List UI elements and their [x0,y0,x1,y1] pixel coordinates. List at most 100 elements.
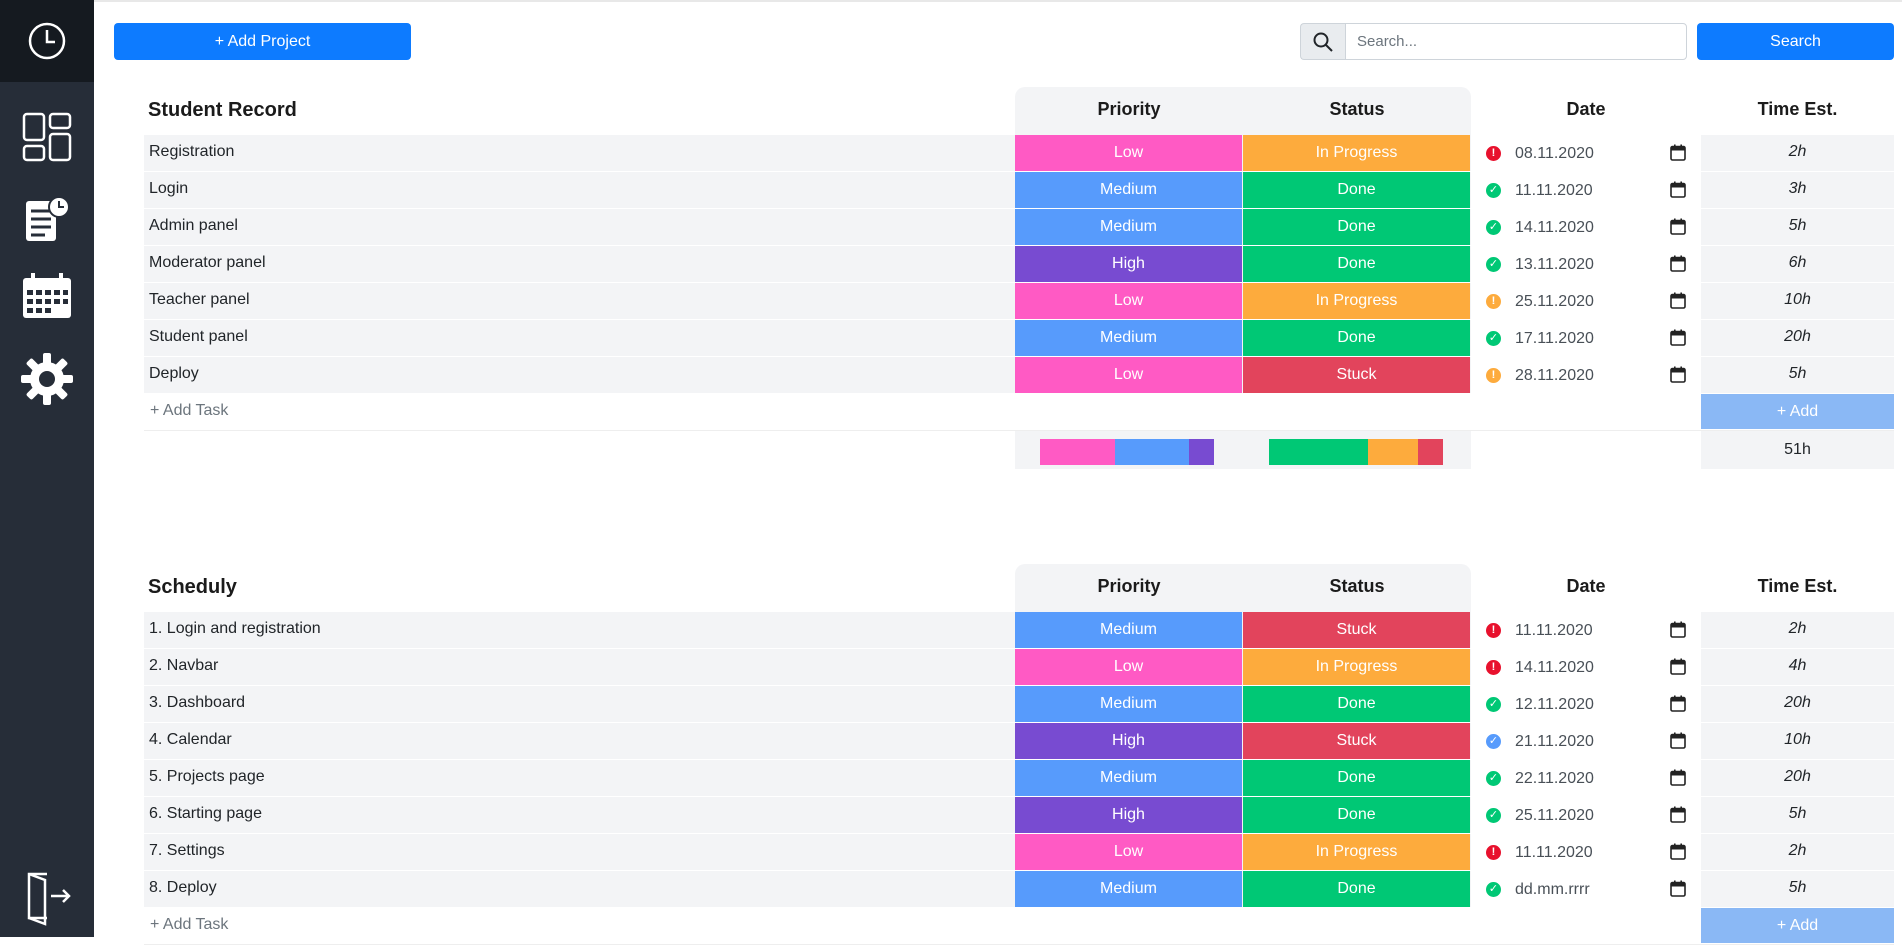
date-field[interactable]: ! 11.11.2020 [1471,612,1701,648]
date-field[interactable]: ! 25.11.2020 [1471,283,1701,319]
calendar-icon[interactable] [17,266,77,326]
time-estimate[interactable]: 3h [1701,180,1894,198]
priority-label[interactable]: Medium [1015,612,1242,648]
priority-label[interactable]: Low [1015,649,1242,685]
dashboard-icon[interactable] [17,107,77,167]
task-name[interactable]: Login [149,180,188,198]
task-name[interactable]: 2. Navbar [149,657,218,675]
add-task-link[interactable]: + Add Task [150,916,228,934]
date-field[interactable]: ✓ 22.11.2020 [1471,760,1701,796]
date-field[interactable]: ✓ 17.11.2020 [1471,320,1701,356]
calendar-picker-icon[interactable] [1670,329,1686,346]
priority-label[interactable]: Medium [1015,760,1242,796]
priority-label[interactable]: Low [1015,834,1242,870]
status-label[interactable]: Stuck [1243,612,1470,648]
date-field[interactable]: ✓ 14.11.2020 [1471,209,1701,245]
date-value[interactable]: 21.11.2020 [1515,733,1594,751]
time-estimate[interactable]: 20h [1701,694,1894,712]
date-value[interactable]: 11.11.2020 [1515,182,1593,200]
time-estimate[interactable]: 20h [1701,328,1894,346]
time-estimate[interactable]: 5h [1701,365,1894,383]
date-field[interactable]: ✓ 21.11.2020 [1471,723,1701,759]
calendar-picker-icon[interactable] [1670,880,1686,897]
date-value[interactable]: 11.11.2020 [1515,622,1593,640]
calendar-picker-icon[interactable] [1670,621,1686,638]
search-input[interactable] [1345,23,1687,60]
priority-label[interactable]: Low [1015,135,1242,171]
time-estimate[interactable]: 5h [1701,879,1894,897]
task-name[interactable]: 4. Calendar [149,731,232,749]
task-name[interactable]: 3. Dashboard [149,694,245,712]
projects-icon[interactable] [17,189,77,249]
priority-label[interactable]: Low [1015,283,1242,319]
status-label[interactable]: Done [1243,871,1470,907]
date-value[interactable]: dd.mm.rrrr [1515,881,1590,899]
status-label[interactable]: In Progress [1243,649,1470,685]
calendar-picker-icon[interactable] [1670,806,1686,823]
date-field[interactable]: ! 28.11.2020 [1471,357,1701,393]
add-task-link[interactable]: + Add Task [150,402,228,420]
calendar-picker-icon[interactable] [1670,181,1686,198]
priority-label[interactable]: High [1015,797,1242,833]
status-label[interactable]: Stuck [1243,357,1470,393]
priority-label[interactable]: Medium [1015,320,1242,356]
priority-label[interactable]: Medium [1015,871,1242,907]
time-estimate[interactable]: 10h [1701,291,1894,309]
status-label[interactable]: In Progress [1243,135,1470,171]
status-label[interactable]: Done [1243,320,1470,356]
task-name[interactable]: 7. Settings [149,842,225,860]
task-name[interactable]: Moderator panel [149,254,266,272]
date-value[interactable]: 17.11.2020 [1515,330,1594,348]
calendar-picker-icon[interactable] [1670,292,1686,309]
date-value[interactable]: 11.11.2020 [1515,844,1593,862]
calendar-picker-icon[interactable] [1670,658,1686,675]
date-value[interactable]: 22.11.2020 [1515,770,1594,788]
status-label[interactable]: Done [1243,760,1470,796]
time-estimate[interactable]: 2h [1701,842,1894,860]
status-label[interactable]: Done [1243,686,1470,722]
priority-label[interactable]: Medium [1015,172,1242,208]
date-field[interactable]: ✓ 13.11.2020 [1471,246,1701,282]
time-estimate[interactable]: 4h [1701,657,1894,675]
priority-label[interactable]: Medium [1015,686,1242,722]
add-button[interactable]: + Add [1701,908,1894,943]
priority-label[interactable]: High [1015,723,1242,759]
status-label[interactable]: Done [1243,246,1470,282]
time-estimate[interactable]: 6h [1701,254,1894,272]
date-value[interactable]: 12.11.2020 [1515,696,1594,714]
task-name[interactable]: Registration [149,143,234,161]
date-value[interactable]: 08.11.2020 [1515,145,1594,163]
calendar-picker-icon[interactable] [1670,769,1686,786]
calendar-picker-icon[interactable] [1670,255,1686,272]
date-field[interactable]: ! 14.11.2020 [1471,649,1701,685]
priority-label[interactable]: Low [1015,357,1242,393]
task-name[interactable]: 1. Login and registration [149,620,321,638]
time-estimate[interactable]: 5h [1701,805,1894,823]
task-name[interactable]: Teacher panel [149,291,250,309]
task-name[interactable]: Admin panel [149,217,238,235]
calendar-picker-icon[interactable] [1670,732,1686,749]
priority-label[interactable]: High [1015,246,1242,282]
status-label[interactable]: Done [1243,797,1470,833]
add-project-button[interactable]: + Add Project [114,23,411,60]
status-label[interactable]: Done [1243,172,1470,208]
task-name[interactable]: 6. Starting page [149,805,262,823]
calendar-picker-icon[interactable] [1670,218,1686,235]
status-label[interactable]: In Progress [1243,283,1470,319]
task-name[interactable]: Student panel [149,328,248,346]
status-label[interactable]: Done [1243,209,1470,245]
date-field[interactable]: ✓ 11.11.2020 [1471,172,1701,208]
date-value[interactable]: 25.11.2020 [1515,293,1594,311]
date-field[interactable]: ! 11.11.2020 [1471,834,1701,870]
date-value[interactable]: 28.11.2020 [1515,367,1594,385]
time-estimate[interactable]: 2h [1701,143,1894,161]
time-estimate[interactable]: 2h [1701,620,1894,638]
task-name[interactable]: 5. Projects page [149,768,265,786]
clock-icon[interactable] [17,11,77,71]
date-field[interactable]: ✓ dd.mm.rrrr [1471,871,1701,907]
time-estimate[interactable]: 10h [1701,731,1894,749]
status-label[interactable]: In Progress [1243,834,1470,870]
calendar-picker-icon[interactable] [1670,144,1686,161]
settings-icon[interactable] [17,349,77,409]
task-name[interactable]: Deploy [149,365,199,383]
